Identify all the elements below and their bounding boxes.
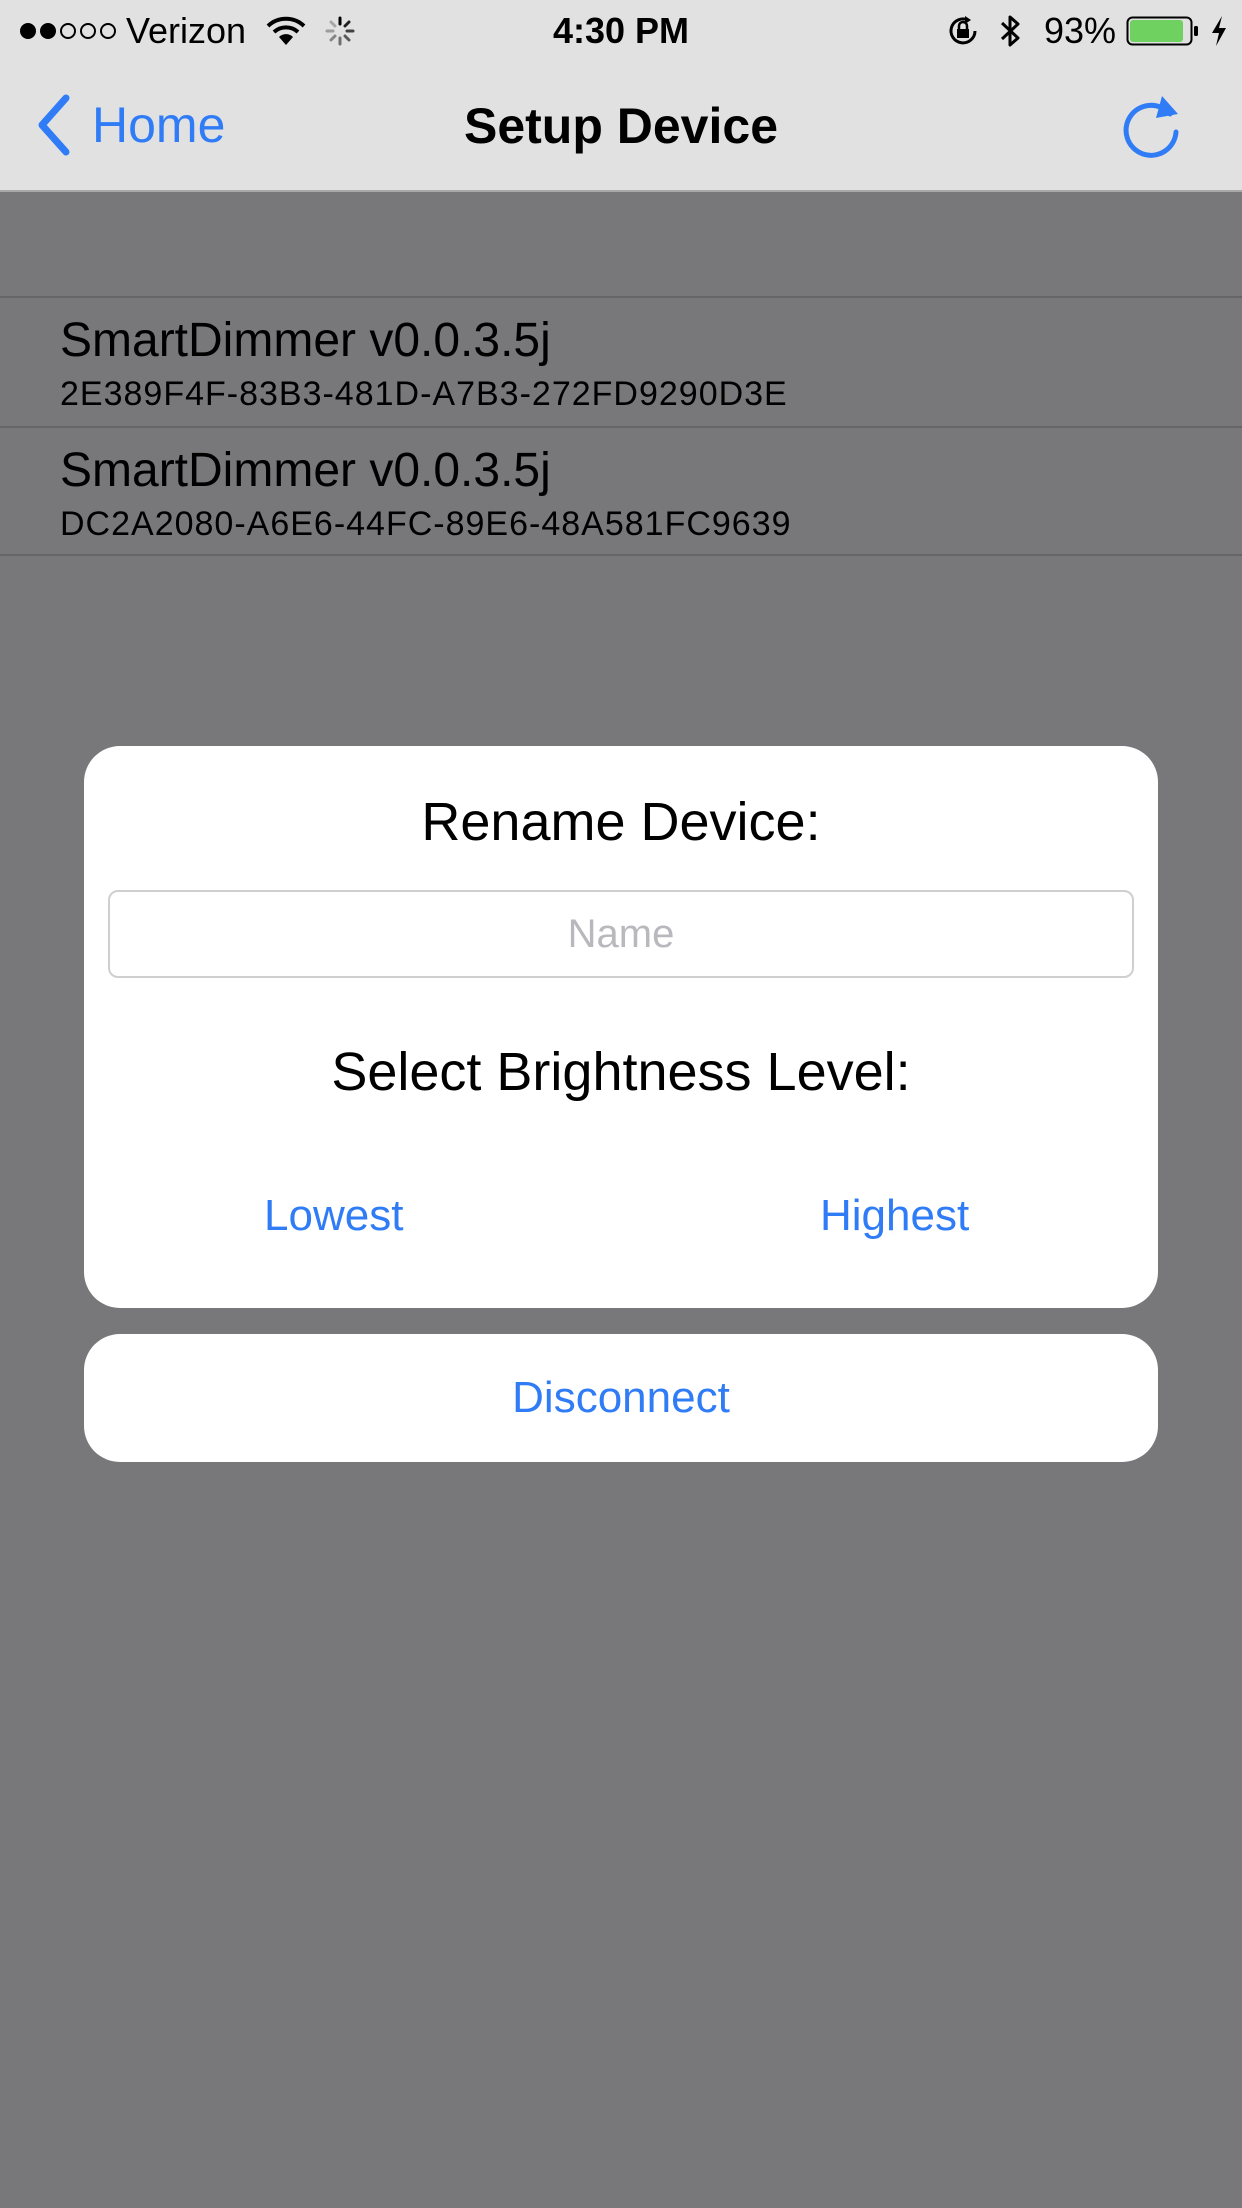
brightness-label: Select Brightness Level: [331,1042,911,1102]
page-title: Setup Device [463,98,778,154]
navigation-bar: Home Setup Device [0,62,1242,192]
device-name-input[interactable] [108,890,1134,978]
lowest-brightness-button[interactable]: Lowest [264,1190,403,1242]
bluetooth-icon [1000,15,1020,47]
device-list-item[interactable]: SmartDimmer v0.0.3.5j DC2A2080-A6E6-44FC… [0,426,1242,556]
battery-percent: 93% [1043,10,1116,51]
battery-icon [1126,16,1198,46]
device-name: SmartDimmer v0.0.3.5j [60,314,551,367]
disconnect-button[interactable]: Disconnect [84,1334,1158,1462]
dialog-title: Rename Device: [421,792,821,852]
refresh-icon [1123,96,1179,158]
device-uuid: 2E389F4F-83B3-481D-A7B3-272FD9290D3E [60,375,788,413]
status-bar: Verizon 4:30 PM 93% [0,0,1242,62]
refresh-button[interactable] [1118,92,1188,162]
device-uuid: DC2A2080-A6E6-44FC-89E6-48A581FC9639 [60,505,792,543]
device-name: SmartDimmer v0.0.3.5j [60,444,551,497]
highest-brightness-button[interactable]: Highest [820,1190,969,1242]
orientation-lock-icon [949,16,977,45]
charging-bolt-icon [1212,16,1226,46]
device-list-item[interactable]: SmartDimmer v0.0.3.5j 2E389F4F-83B3-481D… [0,296,1242,426]
rename-device-dialog: Rename Device: Select Brightness Level: … [84,746,1158,1308]
status-right: 93% [946,10,1228,52]
device-list: SmartDimmer v0.0.3.5j 2E389F4F-83B3-481D… [0,296,1242,556]
